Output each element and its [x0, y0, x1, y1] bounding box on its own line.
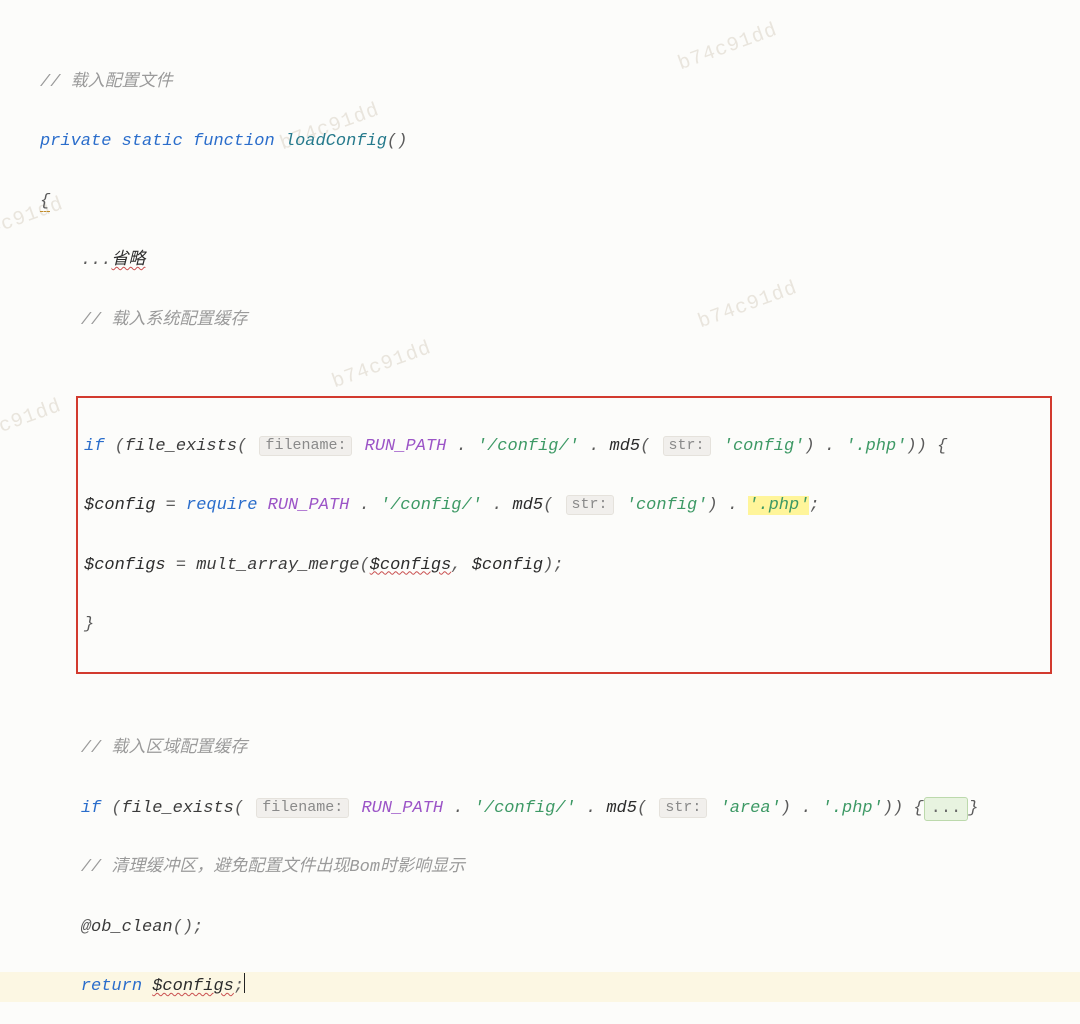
const-runpath: RUN_PATH	[365, 437, 447, 456]
var-configs: $configs	[370, 556, 452, 575]
inlay-str: str:	[663, 436, 711, 456]
func-file-exists: file_exists	[122, 799, 234, 818]
code-line[interactable]: {	[0, 187, 1080, 217]
string-config: 'config'	[723, 437, 805, 456]
code-line[interactable]: if (file_exists( filename: RUN_PATH . '/…	[0, 794, 1080, 824]
omit-text: 省略	[111, 251, 145, 270]
code-line[interactable]: ...省略	[0, 246, 1080, 276]
code-line[interactable]: }	[84, 610, 1044, 640]
var-config: $config	[84, 496, 155, 515]
keyword-private: private	[40, 132, 111, 151]
comment-text: // 载入配置文件	[40, 73, 173, 92]
inlay-filename: filename:	[256, 798, 349, 818]
code-line[interactable]: // 载入配置文件	[0, 68, 1080, 98]
keyword-function: function	[193, 132, 275, 151]
inlay-filename: filename:	[259, 436, 352, 456]
var-configs: $configs	[84, 556, 166, 575]
var-config: $config	[472, 556, 543, 575]
keyword-static: static	[122, 132, 183, 151]
keyword-if: if	[81, 799, 101, 818]
code-line[interactable]: private static function loadConfig()	[0, 127, 1080, 157]
text-cursor	[244, 973, 245, 993]
const-runpath: RUN_PATH	[361, 799, 443, 818]
code-line[interactable]: if (file_exists( filename: RUN_PATH . '/…	[84, 432, 1044, 462]
ellipsis: ...	[81, 251, 112, 270]
code-line[interactable]: $config = require RUN_PATH . '/config/' …	[84, 491, 1044, 521]
code-line[interactable]: // 清理缓冲区，避免配置文件出现Bom时影响显示	[0, 853, 1080, 883]
keyword-require: require	[186, 496, 257, 515]
inlay-str: str:	[566, 495, 614, 515]
code-fold-toggle[interactable]: ...	[924, 797, 969, 821]
func-file-exists: file_exists	[125, 437, 237, 456]
code-line[interactable]: // 载入系统配置缓存	[0, 306, 1080, 336]
code-line[interactable]: @ob_clean();	[0, 913, 1080, 943]
func-md5: md5	[513, 496, 544, 515]
comment-text: // 载入区域配置缓存	[81, 739, 248, 758]
string-php: '.php'	[845, 437, 906, 456]
func-ob-clean: ob_clean	[91, 918, 173, 937]
string-php: '.php'	[822, 799, 883, 818]
code-editor[interactable]: // 载入配置文件 private static function loadCo…	[0, 8, 1080, 1024]
string-configdir: '/config/'	[380, 496, 482, 515]
string-config: 'config'	[626, 496, 708, 515]
func-md5: md5	[610, 437, 641, 456]
const-runpath: RUN_PATH	[268, 496, 350, 515]
func-mult-array-merge: mult_array_merge	[196, 556, 359, 575]
string-php-highlighted: '.php'	[748, 496, 809, 515]
function-name: loadConfig	[285, 132, 387, 151]
keyword-if: if	[84, 437, 104, 456]
string-configdir: '/config/'	[477, 437, 579, 456]
comment-text: // 清理缓冲区，避免配置文件出现Bom时影响显示	[81, 858, 465, 877]
string-configdir: '/config/'	[474, 799, 576, 818]
string-area: 'area'	[720, 799, 781, 818]
var-configs: $configs	[152, 977, 234, 996]
comment-text: // 载入系统配置缓存	[81, 311, 248, 330]
code-line[interactable]: $configs = mult_array_merge($configs, $c…	[84, 551, 1044, 581]
keyword-return: return	[81, 977, 142, 996]
code-line[interactable]: // 载入区域配置缓存	[0, 734, 1080, 764]
inlay-str: str:	[659, 798, 707, 818]
highlighted-code-block: if (file_exists( filename: RUN_PATH . '/…	[76, 396, 1052, 674]
code-line-active[interactable]: return $configs;	[0, 972, 1080, 1002]
func-md5: md5	[606, 799, 637, 818]
